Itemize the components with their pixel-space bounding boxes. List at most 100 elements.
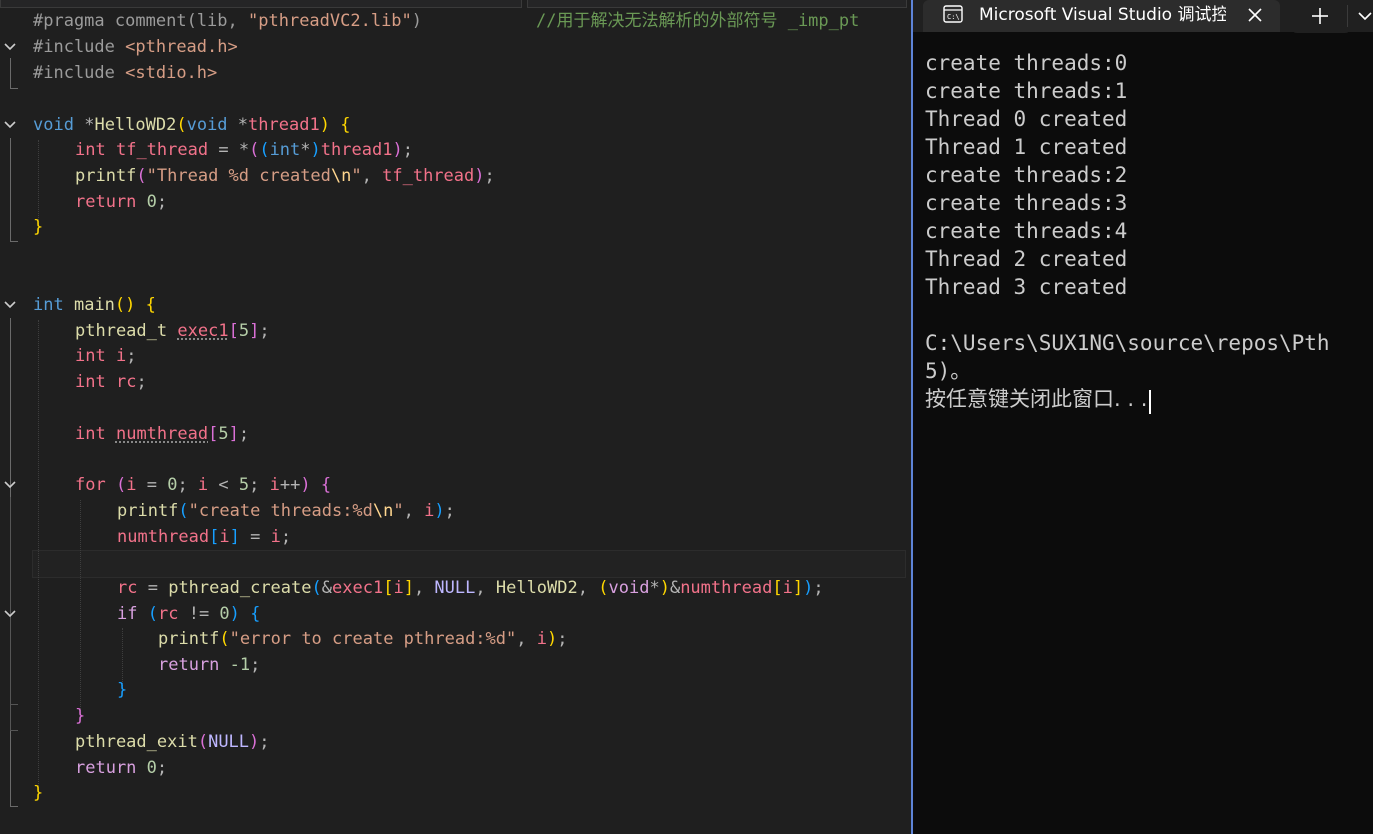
token-param: thread1 [248,115,320,135]
terminal-tab-bar: C:\ Microsoft Visual Studio 调试控制台 [913,0,1373,33]
code-line-17[interactable]: int numthread[5]; [0,422,911,448]
token-function: printf [117,501,179,521]
code-line-27[interactable]: } [0,678,911,704]
token-local: tf_thread [382,166,475,186]
code-line-31[interactable]: return 0; [0,756,911,782]
code-line-8[interactable]: return 0; [0,190,911,216]
terminal-output-line: create threads:4 [925,219,1128,243]
token-local: i [197,475,209,495]
tab-separator [1347,5,1348,27]
token-preprocessor: #pragma [33,11,105,31]
close-icon[interactable] [1244,4,1266,26]
token-local: rc [115,372,137,392]
code-line-24[interactable]: if (rc != 0) { [0,602,911,628]
terminal-tab-title: Microsoft Visual Studio 调试控制台 [979,5,1226,25]
token-local: exec1 [332,578,384,598]
token-preprocessor: #include [33,63,115,83]
fold-chevron-icon[interactable] [3,113,21,139]
token-local: i [424,501,435,521]
code-line-5[interactable]: void *HelloWD2(void *thread1) { [0,113,911,139]
token-local: numthread [680,578,773,598]
token-number: 0 [146,758,157,778]
token-keyword: return [75,192,137,212]
code-line-9[interactable]: } [0,215,911,241]
code-line-2[interactable]: #include <pthread.h> [0,35,911,61]
token-string: "pthreadVC2.lib" [248,11,412,31]
token-function: main [73,295,115,315]
token-function: HelloWD2 [495,578,578,598]
token-number: 5 [218,424,229,444]
fold-chevron-icon[interactable] [3,473,21,499]
code-line-21[interactable]: numthread[i] = i; [0,525,911,551]
token-keyword: return [158,655,220,675]
code-line-19[interactable]: for (i = 0; i < 5; i++) { [0,473,911,499]
code-line-23[interactable]: rc = pthread_create(&exec1[i], NULL, Hel… [0,576,911,602]
terminal-window[interactable]: C:\ Microsoft Visual Studio 调试控制台 create… [911,0,1373,834]
terminal-output-line: create threads:0 [925,51,1128,75]
code-line-20[interactable]: printf("create threads:%d\n", i); [0,499,911,525]
terminal-output-line: Thread 0 created [925,107,1128,131]
code-line-30[interactable]: pthread_exit(NULL); [0,730,911,756]
chevron-down-icon[interactable] [1357,5,1373,27]
fold-chevron-icon[interactable] [3,35,21,61]
code-line-7[interactable]: printf("Thread %d created\n", tf_thread)… [0,164,911,190]
token-macro: NULL [434,578,476,598]
current-line-highlight [32,550,906,578]
fold-chevron-icon[interactable] [3,293,21,319]
token-string: "error to create pthread:%d" [229,629,517,649]
code-line-28[interactable]: } [0,704,911,730]
token-param: thread1 [320,140,393,160]
fold-chevron-icon[interactable] [3,602,21,628]
token-preprocessor: #include [33,37,115,57]
token-type: int [75,424,106,444]
token-type: void [33,115,74,135]
code-line-15[interactable]: int rc; [0,370,911,396]
code-editor[interactable]: #pragma comment(lib, "pthreadVC2.lib") /… [0,0,911,834]
code-line-32[interactable]: } [0,781,911,807]
terminal-prompt-text: 按任意键关闭此窗口. . . [925,387,1148,411]
terminal-prompt-line[interactable]: 按任意键关闭此窗口. . . [925,385,1152,414]
terminal-app-icon: C:\ [943,5,963,23]
new-tab-button[interactable] [1291,1,1351,33]
token-function: HelloWD2 [94,115,177,135]
token-type: int [33,295,64,315]
token-string: "create threads:%d [188,501,373,521]
token-macro: NULL [208,732,250,752]
code-line-3[interactable]: #include <stdio.h> [0,61,911,87]
token-local: i [393,578,404,598]
token-number: -1 [229,655,251,675]
terminal-output-line: 5)。 [925,359,972,383]
svg-text:C:\: C:\ [947,13,960,21]
terminal-tab[interactable]: C:\ Microsoft Visual Studio 调试控制台 [923,0,1280,32]
token-string: "Thread %d created [146,166,331,186]
code-line-13[interactable]: pthread_t exec1[5]; [0,319,911,345]
code-line-26[interactable]: return -1; [0,653,911,679]
token-type: void [186,115,228,135]
token-local: i [782,578,793,598]
token-identifier: lib [196,11,228,31]
code-line-14[interactable]: int i; [0,344,911,370]
token-function: pthread_exit [75,732,198,752]
token-type: int [75,140,106,160]
code-line-1[interactable]: #pragma comment(lib, "pthreadVC2.lib") /… [0,9,911,35]
token-type: int [75,346,106,366]
token-local: rc [157,604,179,624]
editor-top-tab-edge [0,0,522,8]
token-number: 0 [146,192,157,212]
token-local: i [219,527,230,547]
token-string: " [351,166,362,186]
token-keyword: comment [114,11,187,31]
token-function: pthread_create [168,578,312,598]
code-line-6[interactable]: int tf_thread = *((int*)thread1); [0,138,911,164]
token-comment: //用于解决无法解析的外部符号 _imp_pt [536,11,860,31]
plus-icon [1312,8,1328,24]
token-keyword: if [117,604,138,624]
editor-top-tab-edge-2 [527,0,907,8]
code-line-12[interactable]: int main() { [0,293,911,319]
token-local: exec1 [177,321,229,341]
token-local: i [536,629,547,649]
code-line-25[interactable]: printf("error to create pthread:%d", i); [0,627,911,653]
token-local: i [115,346,127,366]
token-include-path: <pthread.h> [125,37,238,57]
token-escape: \n [330,166,352,186]
